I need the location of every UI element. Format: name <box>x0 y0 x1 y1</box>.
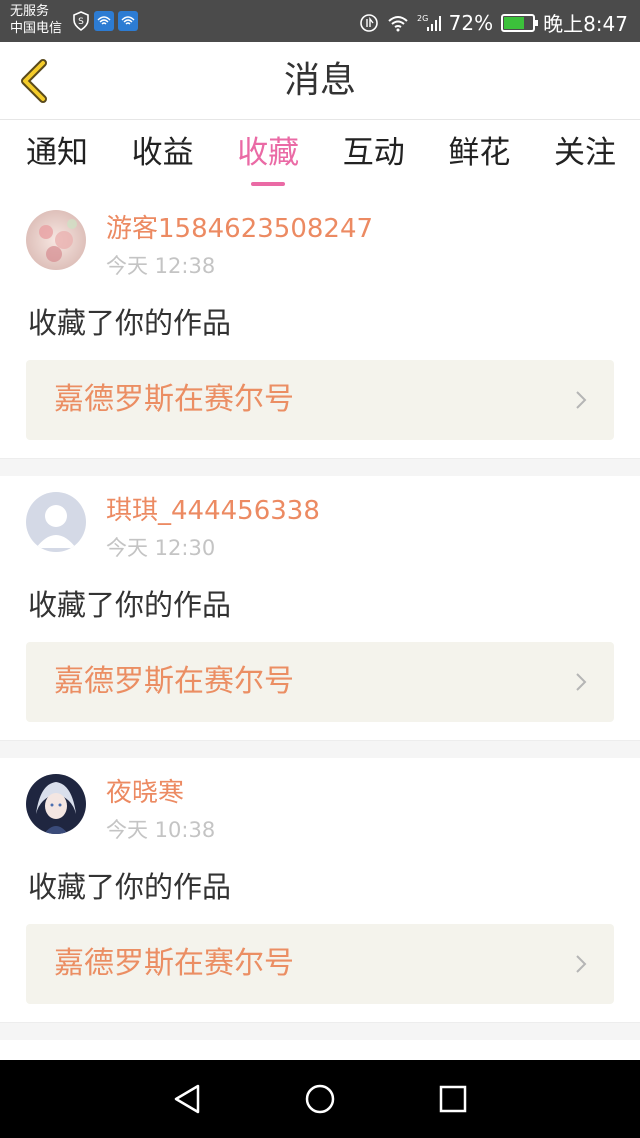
chevron-right-icon <box>576 673 587 691</box>
tab-favorites[interactable]: 收藏 <box>237 120 299 194</box>
tab-label: 关注 <box>553 135 616 171</box>
clock: 晚上8:47 <box>543 12 628 36</box>
wifi-signal-icon <box>94 11 114 31</box>
carrier-info: 无服务 中国电信 <box>10 3 62 37</box>
tab-label: 收藏 <box>237 135 300 171</box>
tab-label: 通知 <box>26 135 88 171</box>
circle-home-icon <box>305 1084 335 1114</box>
triangle-back-icon <box>174 1084 199 1114</box>
carrier-line2: 中国电信 <box>10 21 63 36</box>
work-link[interactable]: 嘉德罗斯在赛尔号 <box>26 360 614 440</box>
battery-icon <box>501 13 539 32</box>
message-time: 今天 12:38 <box>106 254 216 278</box>
tab-label: 互动 <box>342 135 405 171</box>
status-icons-right: 2G 72% 晚上8:47 <box>359 8 628 37</box>
username[interactable]: 游客1584623508247 <box>106 214 373 244</box>
system-nav-bar <box>0 1060 640 1138</box>
tab-flowers[interactable]: 鲜花 <box>448 120 510 194</box>
data-circle-icon <box>359 13 378 32</box>
username[interactable]: 琪琪_444456338 <box>106 496 320 526</box>
work-link[interactable]: 嘉德罗斯在赛尔号 <box>26 924 614 1004</box>
message-action-text: 收藏了你的作品 <box>28 870 232 904</box>
work-title: 嘉德罗斯在赛尔号 <box>54 664 294 699</box>
chevron-right-icon <box>576 955 587 973</box>
carrier-line1: 无服务 <box>10 4 50 19</box>
message-item: 游客1584623508247 今天 12:38 收藏了你的作品 嘉德罗斯在赛尔… <box>0 194 640 458</box>
nav-recents-button[interactable] <box>428 1074 478 1124</box>
work-title: 嘉德罗斯在赛尔号 <box>54 382 294 417</box>
tab-notifications[interactable]: 通知 <box>26 120 88 194</box>
wifi-icon <box>387 15 408 31</box>
nav-home-button[interactable] <box>295 1074 345 1124</box>
message-list: 游客1584623508247 今天 12:38 收藏了你的作品 嘉德罗斯在赛尔… <box>0 194 640 1040</box>
active-tab-indicator <box>251 182 286 186</box>
svg-text:S: S <box>78 17 84 27</box>
work-link[interactable]: 嘉德罗斯在赛尔号 <box>26 642 614 722</box>
divider <box>0 1022 640 1040</box>
chevron-right-icon <box>576 391 587 409</box>
tab-earnings[interactable]: 收益 <box>132 120 194 194</box>
cellular-signal-icon: 2G <box>417 14 441 31</box>
message-action-text: 收藏了你的作品 <box>28 306 232 340</box>
shield-icon: S <box>73 11 89 31</box>
message-action-text: 收藏了你的作品 <box>28 588 232 622</box>
divider <box>0 740 640 758</box>
battery-level-fill <box>504 16 525 29</box>
message-tabs: 通知 收益 收藏 互动 鲜花 关注 <box>0 120 640 194</box>
avatar-image <box>26 210 86 270</box>
work-title: 嘉德罗斯在赛尔号 <box>54 946 294 981</box>
message-time: 今天 10:38 <box>106 818 216 842</box>
tab-label: 收益 <box>131 135 194 171</box>
tab-follows[interactable]: 关注 <box>554 120 616 194</box>
divider <box>0 458 640 476</box>
wifi-signal-icon <box>118 11 138 31</box>
tab-interactions[interactable]: 互动 <box>343 120 405 194</box>
page-title: 消息 <box>283 60 356 101</box>
avatar-image <box>26 774 86 834</box>
avatar[interactable] <box>26 492 86 552</box>
message-time: 今天 12:30 <box>106 536 216 560</box>
nav-back-button[interactable] <box>162 1074 212 1124</box>
network-type-label: 2G <box>417 14 428 23</box>
status-bar: 无服务 中国电信 S 2G 72% 晚上8:47 <box>0 0 640 42</box>
tab-label: 鲜花 <box>448 135 511 171</box>
message-item: 夜晓寒 今天 10:38 收藏了你的作品 嘉德罗斯在赛尔号 <box>0 758 640 1022</box>
square-recents-icon <box>440 1085 467 1113</box>
username[interactable]: 夜晓寒 <box>106 778 184 808</box>
message-item: 琪琪_444456338 今天 12:30 收藏了你的作品 嘉德罗斯在赛尔号 <box>0 476 640 740</box>
default-avatar-icon <box>26 492 86 552</box>
status-icons-left: S <box>72 11 138 31</box>
app-header: 消息 <box>0 42 640 120</box>
avatar[interactable] <box>26 210 86 270</box>
battery-percent: 72% <box>448 10 494 35</box>
avatar[interactable] <box>26 774 86 834</box>
